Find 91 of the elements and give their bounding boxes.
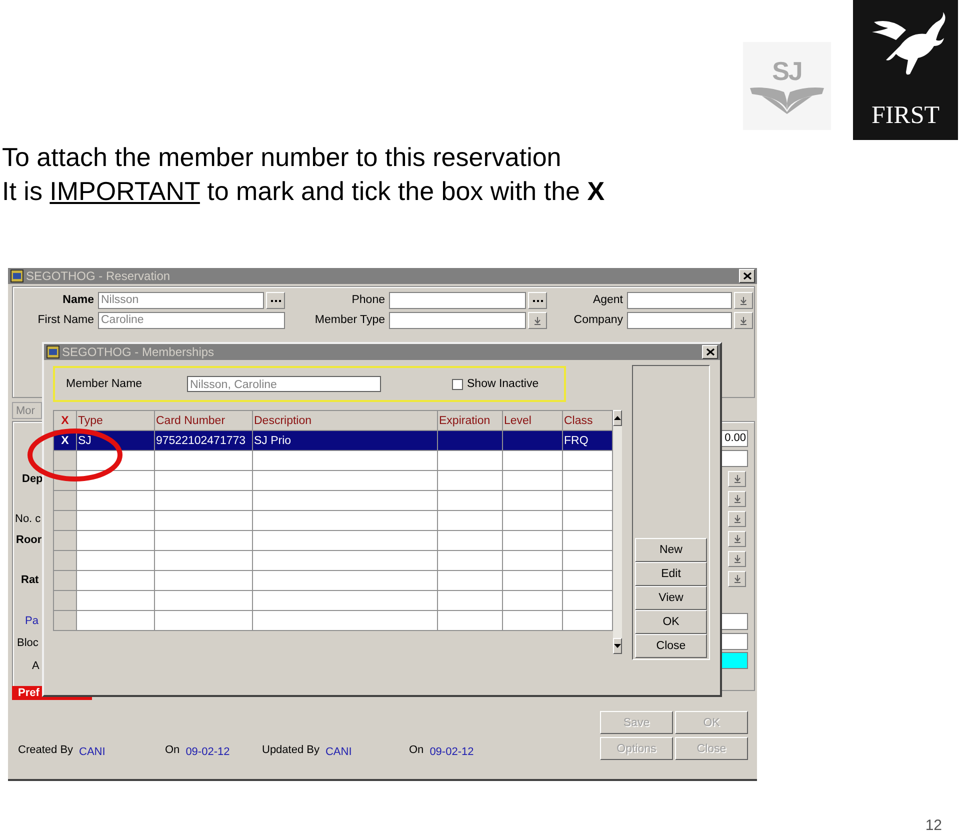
close-button[interactable] <box>739 269 755 283</box>
dropdown-button[interactable] <box>728 531 746 547</box>
dots-icon <box>270 299 280 302</box>
ellipsis-button[interactable] <box>266 292 285 309</box>
text-field[interactable] <box>720 613 748 630</box>
field-label: Company <box>572 313 623 328</box>
text-field[interactable]: Nilsson, Caroline <box>187 376 381 392</box>
field-label: Bloc <box>17 637 38 649</box>
down-arrow-icon <box>734 515 740 523</box>
dropdown-button[interactable] <box>728 471 746 487</box>
first-logo: FIRST <box>853 0 958 140</box>
dropdown-button[interactable] <box>734 292 753 309</box>
column-header[interactable]: Card Number <box>154 410 252 430</box>
dropdown-button[interactable] <box>728 551 746 567</box>
down-arrow-icon <box>614 644 621 648</box>
field-label: Phone <box>350 293 385 308</box>
app-icon <box>46 345 60 359</box>
field-label: A <box>32 660 40 672</box>
column-header[interactable]: Type <box>76 410 154 430</box>
dialog-button[interactable]: Edit <box>635 562 707 586</box>
close-button[interactable] <box>702 345 718 359</box>
audit-label: On <box>409 744 424 756</box>
app-icon <box>10 269 24 283</box>
table-cell: SJ Prio <box>252 430 438 450</box>
column-header[interactable]: X <box>54 410 76 430</box>
down-arrow-icon <box>734 495 740 503</box>
audit-label: On <box>165 744 180 756</box>
down-arrow-icon <box>740 316 747 324</box>
dropdown-button[interactable] <box>728 491 746 507</box>
field-label: No. c <box>15 513 41 525</box>
dialog-button[interactable]: OK <box>635 610 707 634</box>
column-header[interactable]: Class <box>562 410 612 430</box>
up-arrow-icon <box>614 416 621 420</box>
down-arrow-icon <box>740 296 747 304</box>
text-field[interactable] <box>389 292 526 309</box>
slide-title: It is IMPORTANT to mark and tick the box with the X <box>2 175 606 208</box>
column-header[interactable]: Description <box>252 410 438 430</box>
field-label: Rat <box>21 574 39 586</box>
scrollbar[interactable] <box>613 410 622 654</box>
dialog-button[interactable]: New <box>635 538 707 562</box>
text-field[interactable] <box>720 633 748 650</box>
text-field[interactable] <box>627 292 732 309</box>
close-icon <box>742 272 752 280</box>
field-label: Member Name <box>65 378 144 390</box>
audit-label: Created By <box>18 744 74 756</box>
slide-title: To attach the member number to this reservation <box>2 141 562 174</box>
text-field[interactable]: 0.00 <box>720 430 748 447</box>
flag-label: Pref <box>18 687 40 699</box>
sj-logo: SJ <box>743 42 831 130</box>
audit-value: CANI <box>79 746 106 758</box>
text-field[interactable] <box>720 652 748 669</box>
down-arrow-icon <box>734 575 740 583</box>
field-label: Name <box>62 293 94 308</box>
dots-icon <box>532 299 542 302</box>
field-label: First Name <box>36 313 94 328</box>
table-cell: FRQ <box>562 430 612 450</box>
field-label: Pa <box>25 615 38 627</box>
table-cell: 97522102471773 <box>154 430 252 450</box>
down-arrow-icon <box>534 316 541 324</box>
dialog-button[interactable]: Close <box>635 634 707 658</box>
dropdown-button[interactable] <box>728 511 746 527</box>
text-field[interactable] <box>389 312 526 329</box>
text-field[interactable]: Nilsson <box>98 292 264 309</box>
dropdown-button[interactable] <box>728 571 746 587</box>
text-field[interactable] <box>627 312 732 329</box>
down-arrow-icon <box>734 535 740 543</box>
down-arrow-icon <box>734 555 740 563</box>
column-header[interactable]: Level <box>502 410 562 430</box>
audit-value: 09-02-12 <box>430 746 474 758</box>
dropdown-button[interactable] <box>734 312 753 329</box>
table-row[interactable]: X SJ 97522102471773 SJ Prio FRQ <box>54 430 612 450</box>
column-header[interactable]: Expiration <box>438 410 502 430</box>
down-arrow-icon <box>734 475 740 483</box>
field-label: Agent <box>592 293 623 308</box>
audit-value: CANI <box>325 746 352 758</box>
page-number: 12 <box>925 817 942 834</box>
field-label: Member Type <box>314 313 385 328</box>
ellipsis-button[interactable] <box>528 292 547 309</box>
audit-label: Updated By <box>262 744 320 756</box>
text-field[interactable]: Caroline <box>98 312 285 329</box>
field-label: Dep <box>22 473 43 485</box>
checkbox[interactable] <box>452 378 463 390</box>
text-field[interactable] <box>720 450 748 467</box>
close-icon <box>706 348 714 356</box>
dropdown-button[interactable] <box>528 312 547 329</box>
audit-value: 09-02-12 <box>186 746 230 758</box>
checkbox-label: Show Inactive <box>467 378 539 390</box>
field-label: Roor <box>16 534 42 546</box>
window-title: SEGOTHOG - Memberships <box>62 345 216 359</box>
window-title: SEGOTHOG - Reservation <box>26 269 172 283</box>
dialog-button[interactable]: View <box>635 586 707 610</box>
